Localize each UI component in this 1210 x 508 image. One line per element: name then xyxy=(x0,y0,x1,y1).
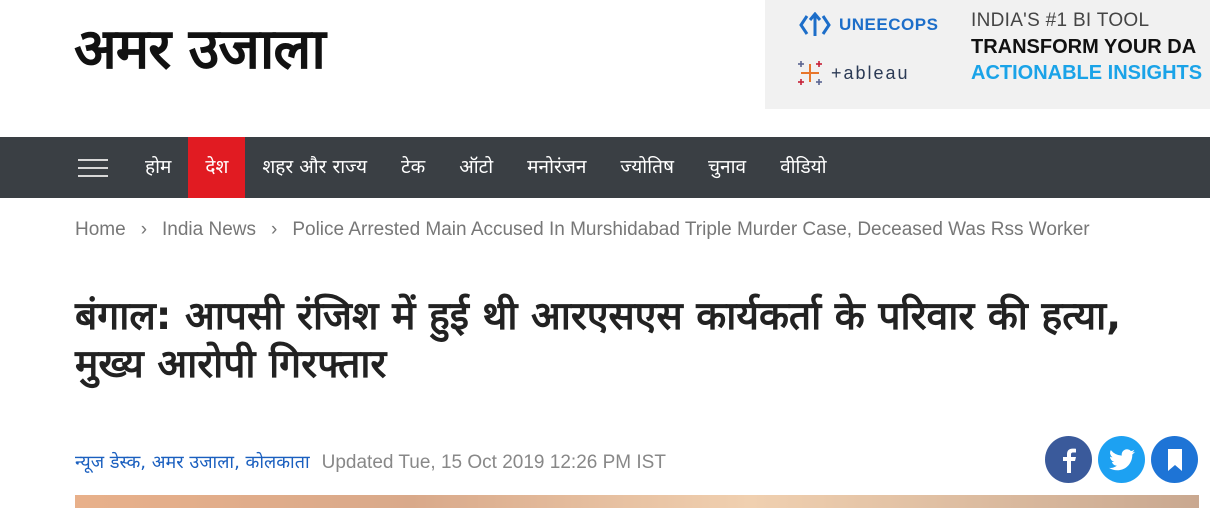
hamburger-icon[interactable] xyxy=(78,159,108,177)
tableau-name: +ableau xyxy=(831,62,910,83)
nav-item-tech[interactable]: टेक xyxy=(384,137,442,198)
breadcrumb-india-news[interactable]: India News xyxy=(162,219,256,240)
nav-item-astrology[interactable]: ज्योतिष xyxy=(603,137,691,198)
nav-item-auto[interactable]: ऑटो xyxy=(442,137,510,198)
nav-item-desh[interactable]: देश xyxy=(188,137,246,198)
uneecops-brand: UNEECOPS xyxy=(797,12,938,38)
nav-item-elections[interactable]: चुनाव xyxy=(691,137,763,198)
tableau-cross-icon xyxy=(798,61,822,85)
main-navigation: होम देश शहर और राज्य टेक ऑटो मनोरंजन ज्य… xyxy=(0,137,1210,198)
site-header: अमर उजाला UNEECOPS +ableau INDIA'S #1 BI… xyxy=(0,0,1210,137)
article-byline: न्यूज डेस्क, अमर उजाला, कोलकाता Updated T… xyxy=(75,450,666,474)
uneecops-logo-icon xyxy=(799,12,831,36)
breadcrumb-current: Police Arrested Main Accused In Murshida… xyxy=(292,219,1090,240)
facebook-icon xyxy=(1062,448,1076,473)
site-logo[interactable]: अमर उजाला xyxy=(74,22,326,78)
facebook-share-button[interactable] xyxy=(1045,436,1092,483)
article-author[interactable]: न्यूज डेस्क, अमर उजाला, कोलकाता xyxy=(75,452,310,473)
breadcrumb-separator: › xyxy=(271,219,278,240)
breadcrumb: Home › India News › Police Arrested Main Acc… xyxy=(75,219,1090,241)
advertisement-banner[interactable]: UNEECOPS +ableau INDIA'S #1 BI TOOL TRAN… xyxy=(765,0,1210,109)
twitter-share-button[interactable] xyxy=(1098,436,1145,483)
ad-line-3: ACTIONABLE INSIGHTS xyxy=(971,62,1203,84)
uneecops-name: UNEECOPS xyxy=(839,15,939,34)
tableau-brand: +ableau xyxy=(795,58,910,88)
breadcrumb-home[interactable]: Home xyxy=(75,219,126,240)
ad-line-2: TRANSFORM YOUR DA xyxy=(971,36,1197,58)
nav-item-video[interactable]: वीडियो xyxy=(763,137,844,198)
twitter-icon xyxy=(1108,448,1135,470)
article-updated-time: Updated Tue, 15 Oct 2019 12:26 PM IST xyxy=(321,452,666,473)
nav-item-home[interactable]: होम xyxy=(128,137,188,198)
article-headline: बंगाल: आपसी रंजिश में हुई थी आरएसएस कार्… xyxy=(75,294,1122,387)
bookmark-icon xyxy=(1167,448,1182,471)
breadcrumb-separator: › xyxy=(140,219,148,240)
nav-item-city-state[interactable]: शहर और राज्य xyxy=(245,137,384,198)
article-featured-image xyxy=(75,495,1199,508)
ad-line-1: INDIA'S #1 BI TOOL xyxy=(971,10,1150,31)
bookmark-button[interactable] xyxy=(1151,436,1198,483)
nav-item-entertainment[interactable]: मनोरंजन xyxy=(510,137,603,198)
nav-menu: होम देश शहर और राज्य टेक ऑटो मनोरंजन ज्य… xyxy=(128,137,844,198)
